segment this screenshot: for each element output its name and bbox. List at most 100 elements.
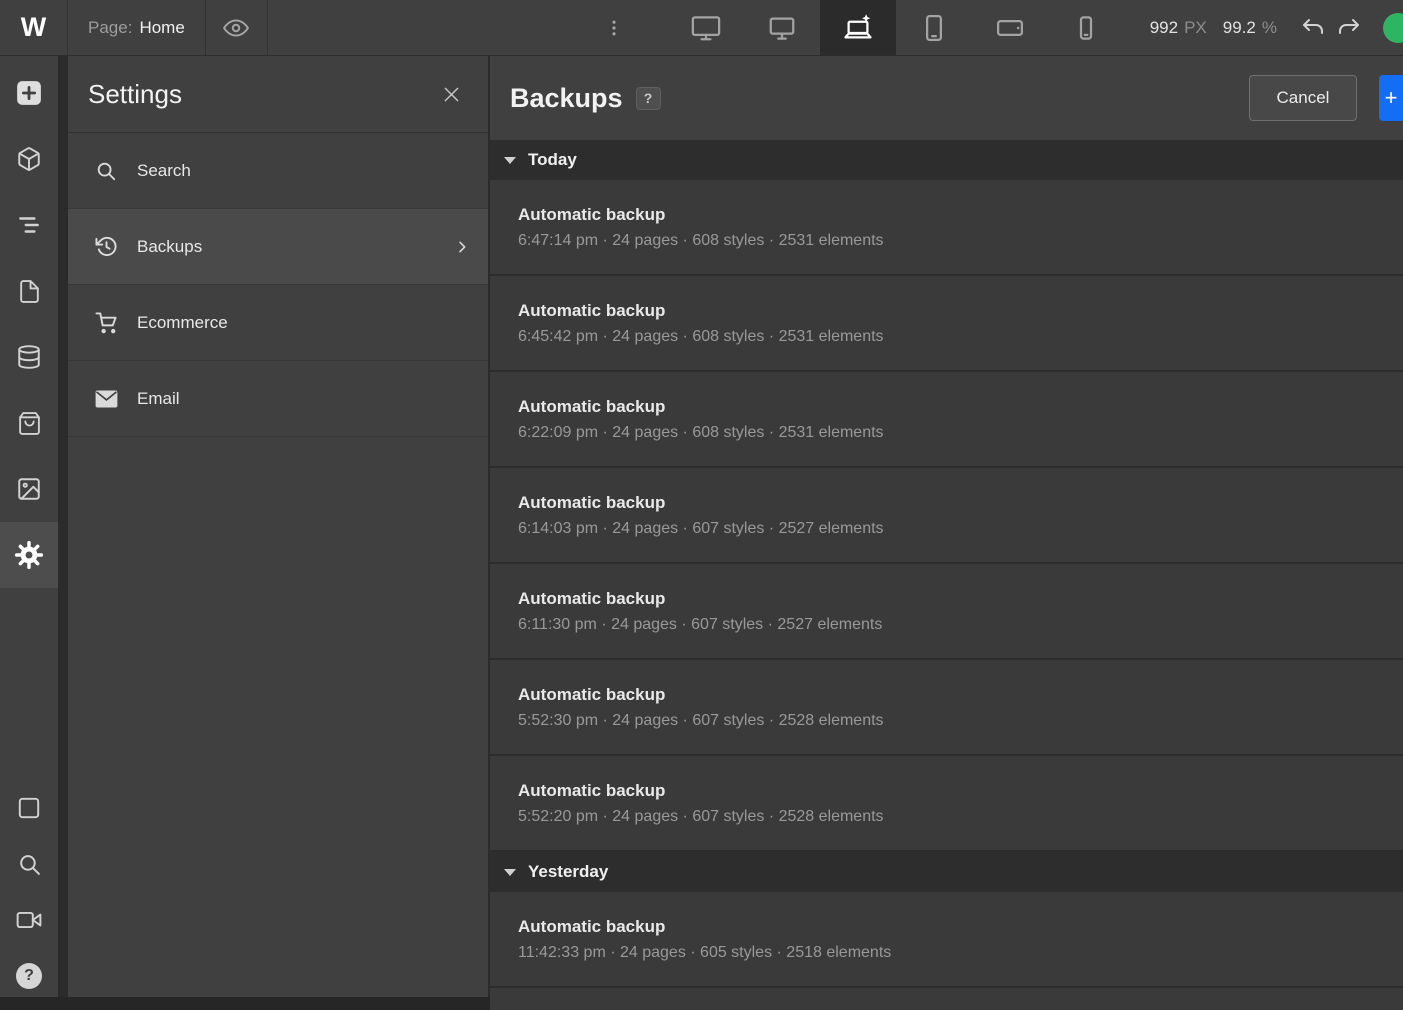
backup-row[interactable]: Automatic backup 6:47:14 pm · 24 pages · … <box>490 180 1403 276</box>
backup-title: Automatic backup <box>518 205 1403 225</box>
topbar: W Page: Home <box>0 0 1403 56</box>
gear-icon <box>13 539 45 571</box>
left-toolbar: ? <box>0 56 58 1010</box>
topbar-spacer <box>268 0 586 55</box>
page-icon <box>17 279 42 304</box>
video-tutorials-button[interactable] <box>0 892 58 948</box>
backup-title: Automatic backup <box>518 781 1403 801</box>
backup-list: Today Automatic backup 6:47:14 pm · 24 pag… <box>490 140 1403 988</box>
page-selector[interactable]: Page: Home <box>68 0 206 55</box>
backup-title: Automatic backup <box>518 685 1403 705</box>
collapse-triangle-icon <box>504 157 516 164</box>
backup-meta: 11:42:33 pm · 24 pages · 605 styles · 25… <box>518 944 1403 962</box>
add-elements-button[interactable] <box>0 60 58 126</box>
more-menu-button[interactable] <box>586 0 642 55</box>
settings-item-label: Ecommerce <box>137 313 470 333</box>
backup-meta: 6:14:03 pm · 24 pages · 607 styles · 252… <box>518 520 1403 538</box>
new-backup-button[interactable]: + <box>1379 75 1403 121</box>
undo-icon <box>1301 16 1325 40</box>
ecommerce-button[interactable] <box>0 390 58 456</box>
square-icon <box>16 795 42 821</box>
collapse-triangle-icon <box>504 869 516 876</box>
logo-glyph: W <box>21 12 46 43</box>
backup-meta: 6:47:14 pm · 24 pages · 608 styles · 253… <box>518 232 1403 250</box>
assets-button[interactable] <box>0 456 58 522</box>
canvas-edge <box>58 56 68 1010</box>
breakpoint-tablet-landscape[interactable] <box>972 0 1048 55</box>
section-header-today[interactable]: Today <box>490 140 1403 180</box>
page-title: Backups <box>510 83 623 114</box>
section-label: Yesterday <box>528 862 608 882</box>
backup-meta: 6:11:30 pm · 24 pages · 607 styles · 252… <box>518 616 1403 634</box>
pages-button[interactable] <box>0 258 58 324</box>
components-button[interactable] <box>0 126 58 192</box>
settings-button[interactable] <box>0 522 58 588</box>
settings-item-email[interactable]: Email <box>68 361 488 437</box>
search-icon <box>94 160 118 182</box>
navigator-button[interactable] <box>0 192 58 258</box>
canvas-width-value[interactable]: 992 <box>1150 18 1178 38</box>
canvas-dimensions: 992 PX 99.2 % <box>1132 0 1295 55</box>
page-label: Page: <box>88 18 132 38</box>
database-icon <box>16 344 42 370</box>
panel-title: Settings <box>88 79 441 110</box>
settings-item-ecommerce[interactable]: Ecommerce <box>68 285 488 361</box>
zoom-value[interactable]: 99.2 <box>1223 18 1256 38</box>
webflow-designer: W Page: Home <box>0 0 1403 1010</box>
canvas-width-unit: PX <box>1184 18 1207 38</box>
find-button[interactable] <box>0 836 58 892</box>
zoom-unit: % <box>1262 18 1277 38</box>
backups-header: Backups ? Cancel + <box>490 56 1403 140</box>
breakpoint-tablet-icon <box>919 13 949 43</box>
settings-item-search[interactable]: Search <box>68 133 488 209</box>
magnifier-icon <box>17 852 42 877</box>
backups-panel: Backups ? Cancel + TodayAutomatic backup… <box>490 56 1403 1010</box>
preview-toggle[interactable] <box>206 0 268 55</box>
shopping-bag-icon <box>17 411 42 436</box>
backup-title: Automatic backup <box>518 493 1403 513</box>
settings-panel-header: Settings <box>68 56 488 133</box>
redo-button[interactable] <box>1331 0 1367 55</box>
section-header-yesterday[interactable]: Yesterday <box>490 852 1403 892</box>
cube-icon <box>16 146 42 172</box>
envelope-icon <box>94 390 118 408</box>
webflow-logo-icon[interactable]: W <box>0 0 68 55</box>
breakpoint-desktop[interactable] <box>744 0 820 55</box>
breakpoint-desktop-large[interactable] <box>668 0 744 55</box>
settings-item-label: Backups <box>137 237 435 257</box>
settings-item-backups[interactable]: Backups <box>68 209 488 285</box>
help-button[interactable]: ? <box>0 948 58 1004</box>
backup-meta: 5:52:20 pm · 24 pages · 607 styles · 252… <box>518 808 1403 826</box>
backup-row[interactable]: Automatic backup 6:11:30 pm · 24 pages · … <box>490 564 1403 660</box>
backup-title: Automatic backup <box>518 589 1403 609</box>
backup-row[interactable]: Automatic backup 11:42:33 pm · 24 pages ·… <box>490 892 1403 988</box>
help-badge[interactable]: ? <box>636 87 661 110</box>
backup-row[interactable]: Automatic backup 5:52:30 pm · 24 pages · … <box>490 660 1403 756</box>
backup-meta: 6:45:42 pm · 24 pages · 608 styles · 253… <box>518 328 1403 346</box>
backup-row[interactable]: Automatic backup 6:22:09 pm · 24 pages · … <box>490 372 1403 468</box>
backup-row[interactable]: Automatic backup6:45:42 pm · 24 pages · … <box>490 276 1403 372</box>
settings-item-label: Email <box>137 389 470 409</box>
cancel-button[interactable]: Cancel <box>1249 75 1357 121</box>
breakpoint-mobile[interactable] <box>1048 0 1124 55</box>
backup-row[interactable]: Automatic backup 5:52:20 pm · 24 pages · … <box>490 756 1403 852</box>
undo-button[interactable] <box>1295 0 1331 55</box>
style-panel-button[interactable] <box>0 780 58 836</box>
close-icon <box>441 84 462 105</box>
backup-title: Automatic backup <box>518 917 1403 937</box>
cms-button[interactable] <box>0 324 58 390</box>
breakpoint-mobile-icon <box>1071 13 1101 43</box>
redo-icon <box>1337 16 1361 40</box>
settings-panel: Settings Search Backups <box>68 56 490 1010</box>
breakpoint-tablet[interactable] <box>896 0 972 55</box>
breakpoint-desktop-icon <box>767 13 797 43</box>
close-button[interactable] <box>441 84 462 105</box>
backup-row[interactable]: Automatic backup 6:14:03 pm · 24 pages · … <box>490 468 1403 564</box>
kebab-icon <box>604 18 624 38</box>
image-icon <box>16 476 42 502</box>
breakpoint-laptop-selected[interactable] <box>820 0 896 55</box>
backup-title: Automatic backup <box>518 397 1403 417</box>
backup-meta: 6:22:09 pm · 24 pages · 608 styles · 253… <box>518 424 1403 442</box>
account-avatar[interactable] <box>1383 13 1403 43</box>
backup-meta: 5:52:30 pm · 24 pages · 607 styles · 252… <box>518 712 1403 730</box>
